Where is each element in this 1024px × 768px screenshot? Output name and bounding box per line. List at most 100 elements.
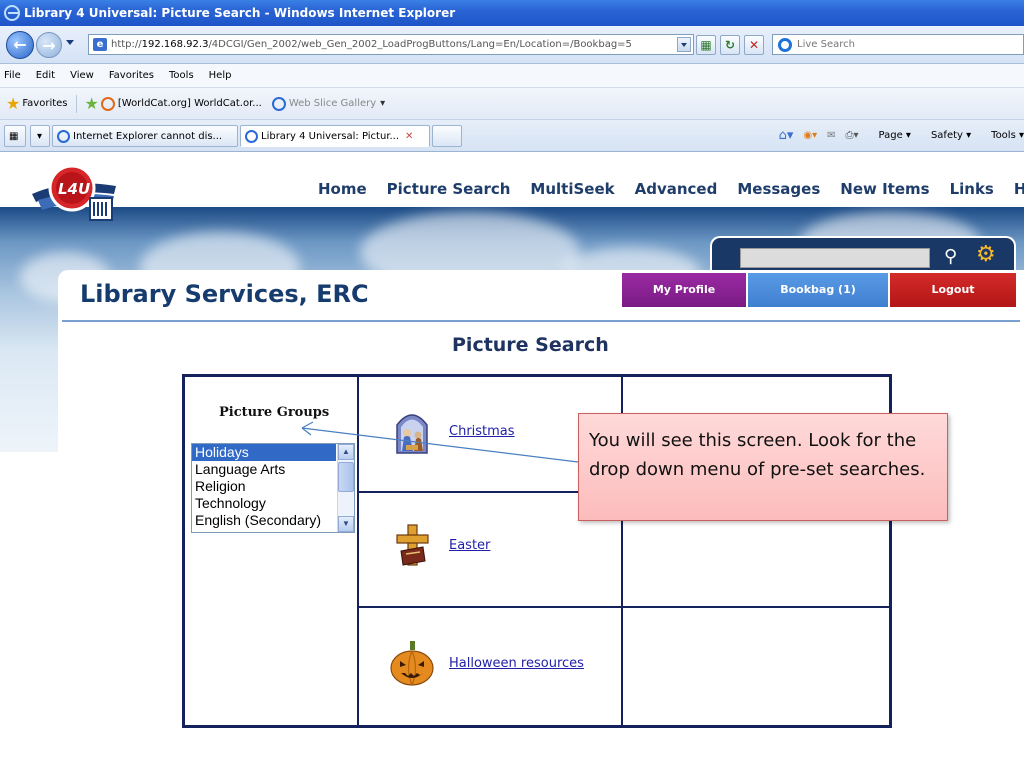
- window-titlebar: Library 4 Universal: Picture Search - Wi…: [0, 0, 1024, 26]
- tab-label: Internet Explorer cannot dis...: [73, 130, 223, 142]
- callout-text: You will see this screen. Look for the d…: [589, 430, 926, 480]
- cross-icon: [396, 524, 429, 566]
- header-divider: [62, 320, 1020, 322]
- address-dropdown-button[interactable]: [677, 37, 691, 52]
- refresh-icon[interactable]: ↻: [720, 35, 740, 55]
- gear-icon[interactable]: ⚙: [976, 242, 996, 267]
- mail-icon[interactable]: ✉: [827, 130, 835, 141]
- ie-logo-icon: [4, 5, 20, 21]
- picture-group-option[interactable]: English (Secondary): [192, 512, 354, 529]
- url-host: 192.168.92.3: [141, 39, 209, 50]
- back-button[interactable]: ←: [6, 31, 34, 59]
- pumpkin-icon: [390, 641, 434, 686]
- nativity-icon: [396, 414, 428, 454]
- page-icon: e: [93, 38, 107, 51]
- halloween-link[interactable]: Halloween resources: [449, 656, 584, 671]
- worldcat-icon: [100, 96, 115, 111]
- library-title: Library Services, ERC: [80, 280, 369, 308]
- menu-file[interactable]: File: [4, 70, 21, 81]
- main-navigation: Home Picture Search MultiSeek Advanced M…: [318, 180, 1024, 198]
- page-menu[interactable]: Page ▾: [869, 130, 911, 141]
- picture-cell-christmas: Christmas: [389, 407, 515, 455]
- quick-search-input[interactable]: [740, 248, 930, 268]
- quick-tabs-icon[interactable]: ▦: [4, 125, 26, 147]
- listbox-scrollbar[interactable]: ▲ ▼: [337, 444, 354, 532]
- nav-messages[interactable]: Messages: [737, 180, 820, 198]
- nav-home[interactable]: Home: [318, 180, 367, 198]
- tab-label: Library 4 Universal: Pictur...: [261, 130, 400, 142]
- picture-groups-select[interactable]: Holidays Language Arts Religion Technolo…: [191, 443, 355, 533]
- favorites-button[interactable]: Favorites: [22, 98, 67, 109]
- forward-button[interactable]: →: [36, 32, 62, 58]
- logo-text: L4U: [58, 180, 90, 198]
- my-profile-button[interactable]: My Profile: [622, 273, 746, 307]
- favorites-star-icon[interactable]: ★: [6, 94, 20, 113]
- tools-menu[interactable]: Tools ▾: [981, 130, 1024, 141]
- divider: [359, 606, 891, 608]
- scroll-down-icon[interactable]: ▼: [338, 516, 354, 532]
- address-toolbar: ← → e http://192.168.92.3/4DCGI/Gen_2002…: [0, 26, 1024, 64]
- favorite-worldcat-label: [WorldCat.org] WorldCat.or...: [117, 98, 262, 109]
- favorites-bar: ★ Favorites ★ [WorldCat.org] WorldCat.or…: [0, 88, 1024, 120]
- l4u-logo[interactable]: L4U: [28, 160, 118, 230]
- nav-links[interactable]: Links: [950, 180, 994, 198]
- menu-bar: File Edit View Favorites Tools Help: [0, 64, 1024, 88]
- stop-icon[interactable]: ✕: [744, 35, 764, 55]
- home-icon[interactable]: ⌂▾: [779, 128, 794, 143]
- ie-tab-icon: [57, 129, 70, 143]
- nav-picture-search[interactable]: Picture Search: [387, 180, 511, 198]
- menu-tools[interactable]: Tools: [169, 70, 194, 81]
- compatibility-view-icon[interactable]: ▦: [696, 35, 716, 55]
- picture-group-option[interactable]: Holidays: [192, 444, 336, 461]
- picture-group-option[interactable]: Religion: [192, 478, 354, 495]
- favorite-web-slice-gallery[interactable]: Web Slice Gallery ▾: [271, 96, 386, 111]
- picture-cell-easter: Easter: [389, 521, 490, 569]
- page-menu-label: Page: [878, 130, 903, 141]
- url-prefix: http://: [111, 39, 142, 50]
- menu-view[interactable]: View: [70, 70, 94, 81]
- christmas-link[interactable]: Christmas: [449, 424, 515, 439]
- bookbag-button[interactable]: Bookbag (1): [748, 273, 888, 307]
- command-bar: ⌂▾ ◉▾ ✉ ⎙▾ Page ▾ Safety ▾ Tools ▾: [769, 128, 1024, 143]
- favorite-web-slice-label: Web Slice Gallery: [288, 98, 377, 109]
- scroll-up-icon[interactable]: ▲: [338, 444, 354, 460]
- web-slice-icon: [271, 96, 286, 111]
- scroll-thumb[interactable]: [338, 462, 354, 492]
- print-icon[interactable]: ⎙▾: [846, 130, 859, 141]
- easter-link[interactable]: Easter: [449, 538, 490, 553]
- nav-new-items[interactable]: New Items: [840, 180, 929, 198]
- search-icon[interactable]: ⚲: [944, 246, 957, 267]
- chevron-down-icon: ▾: [380, 98, 386, 109]
- safety-menu-label: Safety: [930, 130, 963, 141]
- menu-favorites[interactable]: Favorites: [109, 70, 154, 81]
- tab-ie-cannot-display[interactable]: Internet Explorer cannot dis...: [52, 125, 238, 147]
- favorite-worldcat[interactable]: [WorldCat.org] WorldCat.or...: [100, 96, 262, 111]
- divider: [357, 377, 359, 725]
- picture-cell-halloween: Halloween resources: [389, 639, 584, 687]
- nav-advanced[interactable]: Advanced: [635, 180, 718, 198]
- picture-groups-label: Picture Groups: [219, 405, 330, 420]
- logout-button[interactable]: Logout: [890, 273, 1016, 307]
- address-input[interactable]: e http://192.168.92.3/4DCGI/Gen_2002/web…: [88, 34, 694, 55]
- recent-pages-dropdown-icon[interactable]: [66, 40, 74, 45]
- live-search-input[interactable]: Live Search: [772, 34, 1024, 55]
- add-favorite-icon[interactable]: ★: [85, 94, 99, 113]
- tab-list-dropdown-icon[interactable]: ▾: [30, 125, 50, 147]
- live-search-placeholder: Live Search: [797, 39, 855, 50]
- feeds-icon[interactable]: ◉▾: [803, 130, 817, 141]
- window-title: Library 4 Universal: Picture Search - Wi…: [24, 6, 456, 20]
- picture-group-option[interactable]: Language Arts: [192, 461, 354, 478]
- instruction-callout: You will see this screen. Look for the d…: [578, 413, 948, 521]
- safety-menu[interactable]: Safety ▾: [921, 130, 971, 141]
- url-path: /4DCGI/Gen_2002/web_Gen_2002_LoadProgBut…: [208, 39, 632, 50]
- picture-group-option[interactable]: Technology: [192, 495, 354, 512]
- new-tab-button[interactable]: [432, 125, 462, 147]
- nav-multiseek[interactable]: MultiSeek: [530, 180, 614, 198]
- divider: [75, 94, 77, 113]
- menu-help[interactable]: Help: [209, 70, 232, 81]
- close-tab-icon[interactable]: ✕: [405, 131, 413, 142]
- tab-library-4-universal[interactable]: Library 4 Universal: Pictur... ✕: [240, 125, 430, 147]
- menu-edit[interactable]: Edit: [36, 70, 55, 81]
- tab-bar: ▦ ▾ Internet Explorer cannot dis... Libr…: [0, 120, 1024, 152]
- nav-help[interactable]: Hel: [1014, 180, 1024, 198]
